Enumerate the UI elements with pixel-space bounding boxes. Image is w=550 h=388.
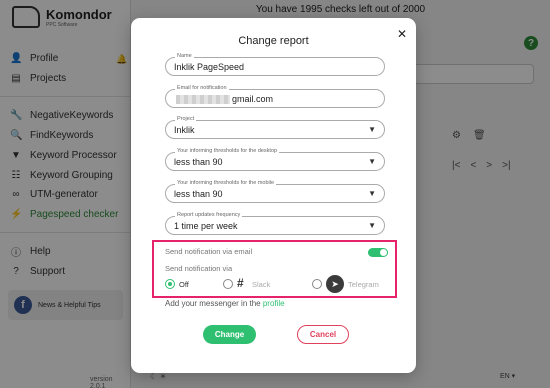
name-field-value: Inklik PageSpeed	[174, 62, 245, 72]
cancel-button[interactable]: Cancel	[297, 325, 349, 344]
email-field[interactable]: Email for notification gmail.com	[165, 85, 385, 108]
chevron-down-icon: ▼	[368, 125, 376, 134]
radio-slack-label: Slack	[252, 280, 271, 289]
close-icon[interactable]: ✕	[397, 27, 407, 41]
notify-via-label: Send notification via	[165, 264, 233, 273]
mobile-threshold-select[interactable]: Your informing thresholds for the mobile…	[165, 180, 385, 203]
email-field-label: Email for notification	[175, 85, 229, 91]
email-domain: gmail.com	[232, 94, 274, 104]
project-select[interactable]: Project Inklik ▼	[165, 116, 385, 139]
radio-slack[interactable]	[223, 279, 233, 289]
redacted-text	[176, 95, 230, 105]
name-field-label: Name	[175, 53, 194, 59]
desktop-threshold-select[interactable]: Your informing thresholds for the deskto…	[165, 148, 385, 171]
desktop-threshold-label: Your informing thresholds for the deskto…	[175, 148, 280, 154]
radio-off[interactable]	[165, 279, 175, 289]
change-report-modal: Change report ✕ Name Inklik PageSpeed Em…	[131, 18, 416, 373]
frequency-label: Report updates frequency	[175, 212, 243, 218]
mobile-threshold-label: Your informing thresholds for the mobile	[175, 180, 277, 186]
modal-title: Change report	[238, 35, 309, 47]
radio-telegram[interactable]	[312, 279, 322, 289]
project-select-value: Inklik	[174, 125, 195, 135]
email-notify-toggle[interactable]	[368, 248, 388, 257]
name-field[interactable]: Name Inklik PageSpeed	[165, 53, 385, 76]
messenger-hint: Add your messenger in the profile	[165, 299, 285, 308]
chevron-down-icon: ▼	[368, 221, 376, 230]
profile-link[interactable]: profile	[263, 299, 285, 308]
radio-off-label: Off	[179, 280, 189, 289]
email-field-value: gmail.com	[174, 94, 274, 105]
slack-icon: #	[237, 276, 244, 290]
chevron-down-icon: ▼	[368, 157, 376, 166]
desktop-threshold-value: less than 90	[174, 157, 223, 167]
mobile-threshold-value: less than 90	[174, 189, 223, 199]
frequency-value: 1 time per week	[174, 221, 238, 231]
change-button[interactable]: Change	[203, 325, 256, 344]
email-notify-label: Send notification via email	[165, 247, 253, 256]
project-select-label: Project	[175, 116, 197, 122]
notification-settings: Send notification via email Send notific…	[152, 240, 397, 298]
telegram-icon: ➤	[326, 275, 344, 293]
chevron-down-icon: ▼	[368, 189, 376, 198]
frequency-select[interactable]: Report updates frequency 1 time per week…	[165, 212, 385, 235]
hint-text: Add your messenger in the	[165, 299, 261, 308]
radio-telegram-label: Telegram	[348, 280, 379, 289]
